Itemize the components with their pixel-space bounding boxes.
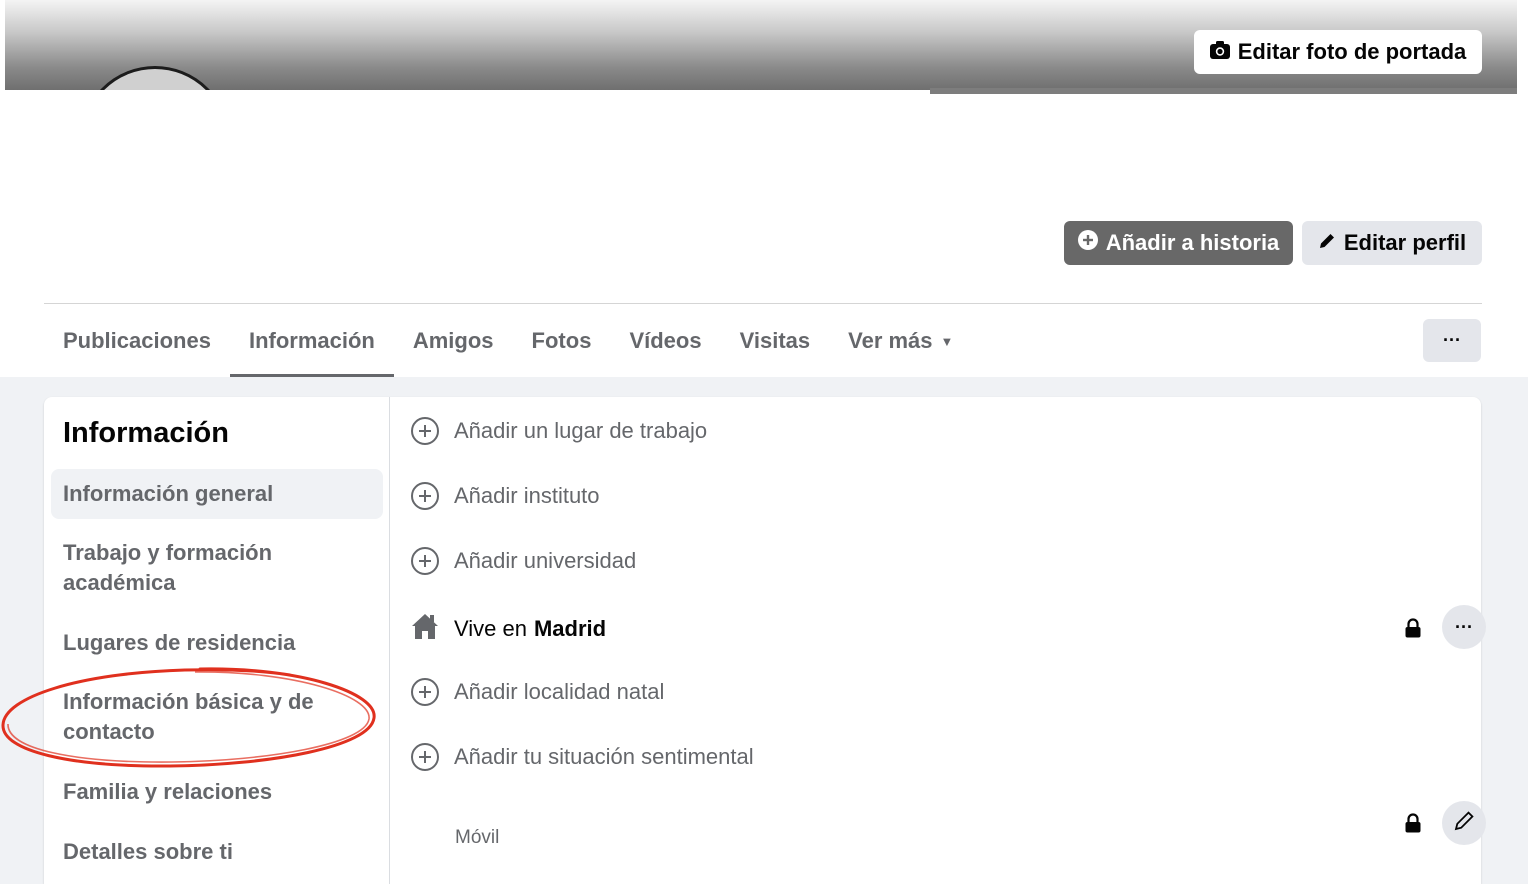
lives-in-row: Vive en Madrid xyxy=(411,612,606,646)
lock-icon[interactable] xyxy=(1405,618,1421,638)
add-university-row[interactable]: Añadir universidad xyxy=(411,547,636,575)
tab-label: Amigos xyxy=(412,328,494,353)
tab-label: Ver más xyxy=(848,328,933,353)
about-content: Añadir un lugar de trabajo Añadir instit… xyxy=(391,397,1486,884)
pencil-icon xyxy=(1318,230,1336,256)
profile-tabs: Publicaciones Información Amigos Fotos V… xyxy=(44,305,972,377)
nav-item-detalles-sobre-ti[interactable]: Detalles sobre ti xyxy=(51,837,383,867)
edit-profile-label: Editar perfil xyxy=(1343,230,1467,255)
about-title: Información xyxy=(63,417,229,449)
tab-videos[interactable]: Vídeos xyxy=(610,305,720,377)
nav-item-familia-relaciones[interactable]: Familia y relaciones xyxy=(51,777,383,807)
pencil-icon xyxy=(1453,810,1475,837)
header-divider xyxy=(44,303,1482,304)
camera-icon xyxy=(1209,39,1230,65)
tab-label: Vídeos xyxy=(629,328,702,353)
add-school-row[interactable]: Añadir instituto xyxy=(411,482,600,510)
add-to-story-label: Añadir a historia xyxy=(1105,230,1280,255)
tab-label: Publicaciones xyxy=(63,328,211,353)
about-card: Información Información general Trabajo … xyxy=(44,397,1486,884)
tab-ver-mas[interactable]: Ver más ▼ xyxy=(829,305,972,377)
edit-cover-photo-button[interactable]: Editar foto de portada xyxy=(1194,30,1482,74)
tab-label: Visitas xyxy=(739,328,811,353)
add-workplace-label: Añadir un lugar de trabajo xyxy=(454,418,708,443)
plus-circle-icon xyxy=(411,417,439,445)
caret-down-icon: ▼ xyxy=(940,333,954,349)
tab-label: Fotos xyxy=(531,328,592,353)
nav-item-informacion-basica-contacto[interactable]: Información básica y de contacto xyxy=(51,687,383,747)
nav-item-lugares-residencia[interactable]: Lugares de residencia xyxy=(51,628,383,658)
mobile-label: Móvil xyxy=(455,827,500,848)
lives-in-more-button[interactable]: ··· xyxy=(1442,605,1486,649)
add-university-label: Añadir universidad xyxy=(454,548,637,573)
tab-amigos[interactable]: Amigos xyxy=(394,305,513,377)
add-relationship-row[interactable]: Añadir tu situación sentimental xyxy=(411,743,754,771)
about-sidebar: Información Información general Trabajo … xyxy=(44,397,390,884)
lives-in-prefix: Vive en xyxy=(454,616,527,641)
add-relationship-label: Añadir tu situación sentimental xyxy=(454,744,754,769)
edit-mobile-button[interactable] xyxy=(1442,801,1486,845)
tab-publicaciones[interactable]: Publicaciones xyxy=(44,305,230,377)
add-hometown-row[interactable]: Añadir localidad natal xyxy=(411,678,664,706)
edit-profile-button[interactable]: Editar perfil xyxy=(1302,221,1482,265)
tab-fotos[interactable]: Fotos xyxy=(513,305,611,377)
add-to-story-button[interactable]: Añadir a historia xyxy=(1064,221,1293,265)
edit-cover-photo-label: Editar foto de portada xyxy=(1237,39,1467,64)
add-hometown-label: Añadir localidad natal xyxy=(454,679,665,704)
nav-item-informacion-general[interactable]: Información general xyxy=(51,469,383,519)
plus-circle-icon xyxy=(1077,230,1098,256)
lock-icon[interactable] xyxy=(1405,813,1421,833)
add-school-label: Añadir instituto xyxy=(454,483,600,508)
profile-avatar[interactable] xyxy=(80,66,230,90)
plus-circle-icon xyxy=(411,678,439,706)
tab-visitas[interactable]: Visitas xyxy=(721,305,830,377)
add-workplace-row[interactable]: Añadir un lugar de trabajo xyxy=(411,417,707,445)
cover-divider xyxy=(930,88,1517,94)
tab-label: Información xyxy=(248,328,375,353)
lives-in-city[interactable]: Madrid xyxy=(534,616,606,642)
plus-circle-icon xyxy=(411,482,439,510)
home-icon xyxy=(411,612,439,646)
plus-circle-icon xyxy=(411,547,439,575)
plus-circle-icon xyxy=(411,743,439,771)
more-options-button[interactable]: ··· xyxy=(1423,319,1481,362)
tab-informacion[interactable]: Información xyxy=(229,305,394,377)
nav-item-trabajo-formacion[interactable]: Trabajo y formación académica xyxy=(51,538,383,598)
